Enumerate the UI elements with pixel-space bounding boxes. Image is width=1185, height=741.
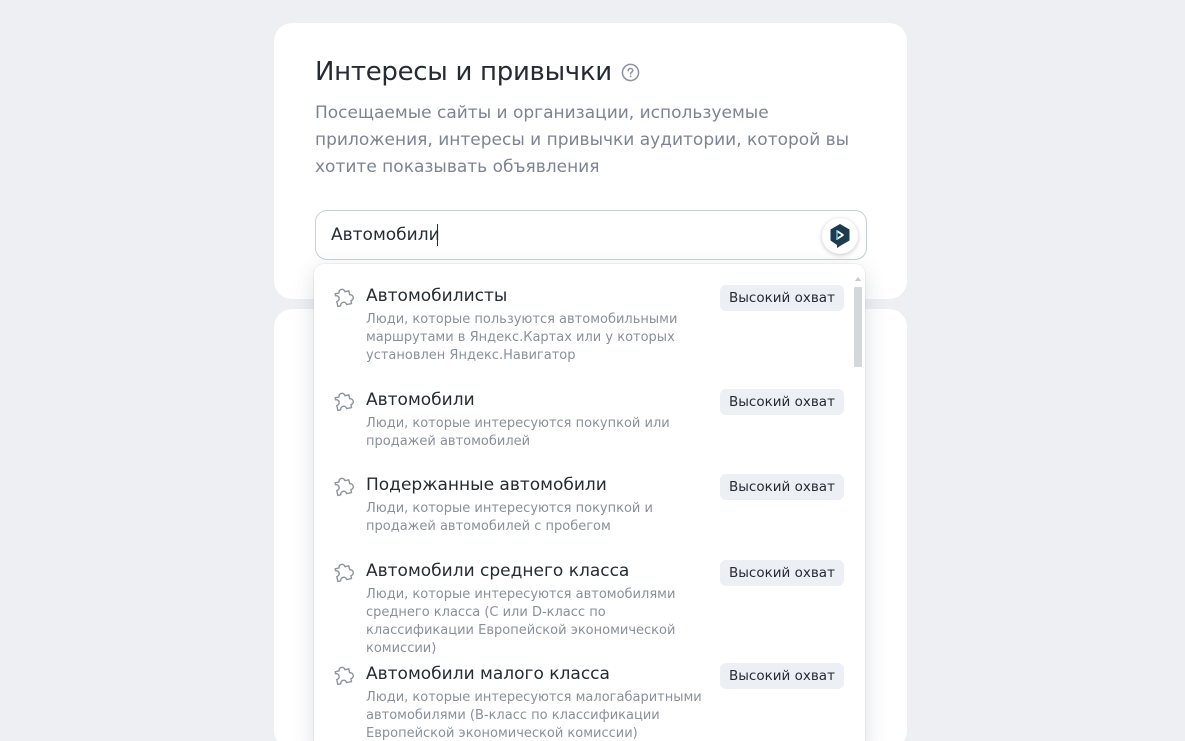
puzzle-icon [334,288,354,308]
suggestion-name: Автомобили [366,390,475,410]
section-description: Посещаемые сайты и организации, использу… [315,103,850,177]
suggestions-dropdown: Автомобилисты Люди, которые пользуются а… [314,264,865,741]
suggestion-item[interactable]: Подержанные автомобили Люди, которые инт… [314,453,852,539]
suggestion-item[interactable]: Автомобили Люди, которые интересуются по… [314,368,852,453]
reach-badge: Высокий охват [720,663,844,689]
reach-badge: Высокий охват [720,560,844,586]
text-caret [437,224,438,246]
reach-badge: Высокий охват [720,285,844,311]
puzzle-icon [334,477,354,497]
reach-badge: Высокий охват [720,389,844,415]
scroll-up-arrow[interactable] [855,277,861,281]
suggestion-item[interactable]: Автомобили малого класса Люди, которые и… [314,642,852,741]
interest-search-input[interactable] [316,211,866,259]
help-icon[interactable] [621,62,641,82]
suggestion-description: Люди, которые интересуются малогабаритны… [366,690,702,741]
section-title: Интересы и привычки [315,57,612,87]
puzzle-icon [334,563,354,583]
suggestion-item[interactable]: Автомобили среднего класса Люди, которые… [314,539,852,656]
scrollbar-thumb[interactable] [854,287,862,367]
suggestion-description: Люди, которые пользуются автомобильными … [366,312,678,363]
assistant-button[interactable] [822,218,858,254]
suggestion-name: Автомобилисты [366,286,508,306]
suggestion-name: Подержанные автомобили [366,475,607,495]
title-row: Интересы и привычки [315,57,641,87]
suggestion-name: Автомобили среднего класса [366,561,630,581]
reach-badge: Высокий охват [720,474,844,500]
assistant-logo-icon [830,224,850,248]
suggestion-description: Люди, которые интересуются покупкой или … [366,416,670,449]
suggestion-description: Люди, которые интересуются покупкой и пр… [366,501,653,534]
puzzle-icon [334,666,354,686]
puzzle-icon [334,392,354,412]
interest-search-field[interactable] [315,210,867,260]
suggestion-item[interactable]: Автомобилисты Люди, которые пользуются а… [314,264,852,368]
suggestion-name: Автомобили малого класса [366,664,610,684]
